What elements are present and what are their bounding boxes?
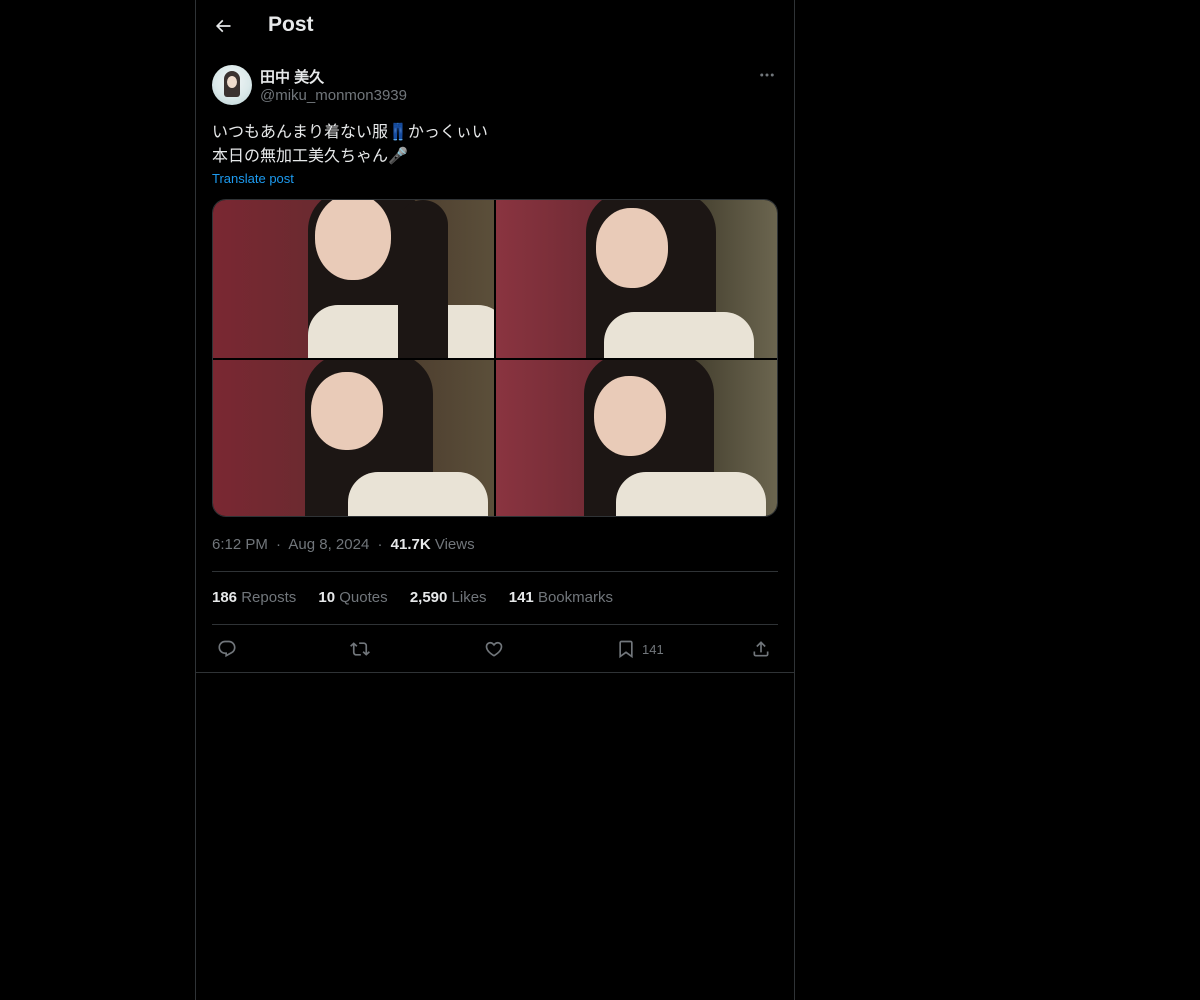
page-title: Post <box>268 13 314 36</box>
bookmarks-stat[interactable]: 141 Bookmarks <box>509 589 613 606</box>
like-button[interactable] <box>484 637 504 661</box>
translate-post-link[interactable]: Translate post <box>212 171 294 186</box>
more-horizontal-icon <box>760 73 774 77</box>
author-handle[interactable]: @miku_monmon3939 <box>260 87 407 104</box>
post-stats: 186 Reposts 10 Quotes 2,590 Likes 141 Bo… <box>212 589 631 606</box>
post-detail-column: Post 田中 美久 @miku_monmon3939 いつもあんまり着ない服👖… <box>195 0 795 1000</box>
likes-count: 2,590 <box>409 589 448 606</box>
share-button[interactable] <box>751 637 771 661</box>
meta-separator: · <box>276 536 282 553</box>
bookmarks-label: Bookmarks <box>537 589 613 606</box>
heart-icon <box>485 641 503 657</box>
reply-button[interactable] <box>217 637 237 661</box>
back-button[interactable] <box>206 9 240 43</box>
repost-button[interactable] <box>350 637 370 661</box>
post-author: 田中 美久 @miku_monmon3939 <box>212 64 778 108</box>
quotes-label: Quotes <box>339 589 388 606</box>
post-meta: 6:12 PM · Aug 8, 2024 · 41.7K Views <box>212 536 475 553</box>
divider <box>196 672 794 673</box>
likes-label: Likes <box>451 589 487 606</box>
arrow-left-icon <box>215 19 231 33</box>
quotes-stat[interactable]: 10 Quotes <box>318 589 387 606</box>
author-display-name[interactable]: 田中 美久 <box>260 66 324 87</box>
bookmark-action-count: 141 <box>642 641 664 657</box>
media-photo-2[interactable] <box>496 200 777 358</box>
post-actions: 141 <box>212 637 778 661</box>
post-text: いつもあんまり着ない服👖かっくぃい 本日の無加工美久ちゃん🎤 <box>212 120 778 168</box>
avatar[interactable] <box>212 65 252 105</box>
page-header: Post <box>196 0 794 54</box>
media-grid <box>212 199 778 517</box>
views-label: Views <box>434 536 475 553</box>
post-text-line-1: いつもあんまり着ない服👖かっくぃい <box>212 122 488 141</box>
divider <box>212 624 778 625</box>
media-photo-1[interactable] <box>213 200 494 358</box>
bookmarks-count: 141 <box>508 589 534 606</box>
divider <box>212 571 778 572</box>
reposts-stat[interactable]: 186 Reposts <box>212 589 296 606</box>
media-photo-3[interactable] <box>213 360 494 516</box>
share-icon <box>753 641 769 657</box>
media-photo-4[interactable] <box>496 360 777 516</box>
post-text-line-2: 本日の無加工美久ちゃん🎤 <box>212 146 408 165</box>
bookmark-icon <box>619 640 633 659</box>
post-time[interactable]: 6:12 PM <box>212 536 268 553</box>
quotes-count: 10 <box>318 589 336 606</box>
repost-icon <box>350 642 370 656</box>
reposts-count: 186 <box>212 589 238 606</box>
bookmark-button[interactable]: 141 <box>616 637 664 661</box>
likes-stat[interactable]: 2,590 Likes <box>410 589 487 606</box>
reply-icon <box>218 640 236 658</box>
more-options-button[interactable] <box>756 64 778 86</box>
reposts-label: Reposts <box>241 589 297 606</box>
post-date[interactable]: Aug 8, 2024 <box>288 536 369 553</box>
views-count: 41.7K <box>390 536 431 553</box>
meta-separator: · <box>377 536 383 553</box>
